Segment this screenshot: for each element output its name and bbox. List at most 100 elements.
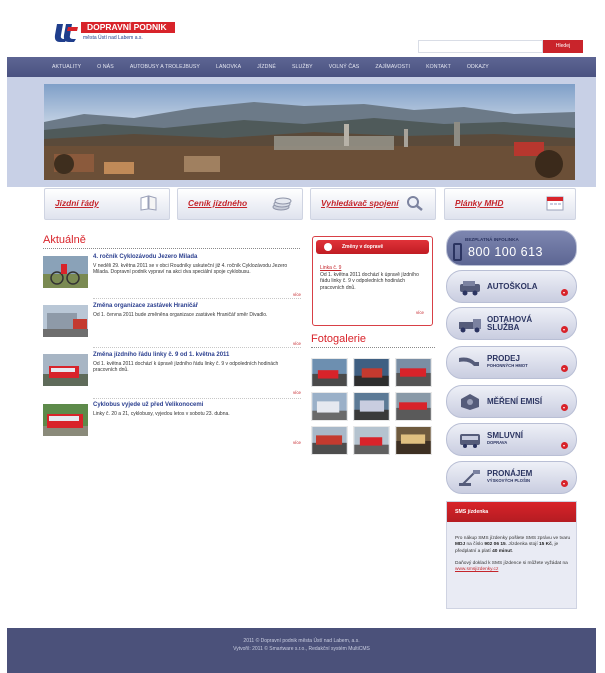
service-pronajem-plosin[interactable]: PRONÁJEM VÝSKOVÝCH PLOŠIN xyxy=(446,461,577,494)
news-divider xyxy=(93,347,301,348)
quicklink-jizdni-rady[interactable]: Jízdní řády xyxy=(44,188,170,220)
logo-icon[interactable] xyxy=(54,22,79,43)
gallery-thumbnail[interactable] xyxy=(395,392,432,421)
service-sublabel: DOPRAVA xyxy=(487,440,508,446)
news-more-link[interactable]: více xyxy=(293,440,301,445)
gallery-divider xyxy=(311,347,435,348)
tow-truck-icon xyxy=(459,319,481,333)
nav-item-o-nas[interactable]: O NÁS xyxy=(97,64,114,70)
nav-item-kontakt[interactable]: KONTAKT xyxy=(426,64,451,70)
hero-image xyxy=(44,84,575,180)
sms-price: 15 Kč xyxy=(539,542,552,548)
gallery-thumbnail[interactable] xyxy=(353,392,390,421)
alert-icon xyxy=(324,243,332,251)
search-input[interactable] xyxy=(418,40,543,53)
service-sublabel: VÝSKOVÝCH PLOŠIN xyxy=(487,478,531,484)
chevron-down-icon xyxy=(561,442,568,449)
calendar-icon xyxy=(546,196,564,211)
service-smluvni-doprava[interactable]: SMLUVNÍ DOPRAVA xyxy=(446,423,577,456)
nav-item-lanovka[interactable]: LANOVKA xyxy=(216,64,241,70)
infoline-number[interactable]: 800 100 613 xyxy=(468,245,543,259)
service-label-line1: PRODEJ xyxy=(487,354,520,363)
sms-ticket-box: SMS jízdenka Pro nákup SMS jízdenky pošl… xyxy=(446,501,577,609)
sms-text-part: . xyxy=(511,548,514,554)
changes-title: Změny v dopravě xyxy=(342,244,384,250)
quicklink-label: Vyhledávač spojení xyxy=(321,198,399,208)
news-heading[interactable]: Změna organizace zastávek Hraničář xyxy=(93,303,198,309)
service-odtahova-sluzba[interactable]: ODTAHOVÁ SLUŽBA xyxy=(446,307,577,340)
service-label-line1: SMLUVNÍ xyxy=(487,431,523,440)
news-text: Linky č. 20 a 21, cyklobusy, vyjedou let… xyxy=(93,411,230,417)
service-prodej-phm[interactable]: PRODEJ POHONNÝCH HMOT xyxy=(446,346,577,379)
news-thumbnail[interactable] xyxy=(43,404,88,436)
page: DOPRAVNÍ PODNIK města Ústí nad Labem a.s… xyxy=(0,0,605,673)
news-divider xyxy=(93,298,301,299)
infoline-label: BEZPLATNÁ INFOLINKA xyxy=(465,237,519,242)
news-text: Od 1. června 2011 bude změněna organizac… xyxy=(93,312,268,318)
news-heading[interactable]: Změna jízdního řádu linky č. 9 od 1. kvě… xyxy=(93,352,229,358)
service-label: MĚŘENÍ EMISÍ xyxy=(487,397,543,406)
gallery-thumbnail[interactable] xyxy=(311,392,348,421)
sms-title: SMS jízdenka xyxy=(447,502,576,522)
sms-text-part: Pro nákup SMS jízdenky pošlete SMS zpráv… xyxy=(455,536,571,541)
news-more-link[interactable]: více xyxy=(293,292,301,297)
news-more-link[interactable]: více xyxy=(293,390,301,395)
quicklink-cenik[interactable]: Ceník jízdného xyxy=(177,188,303,220)
gallery-thumbnail[interactable] xyxy=(353,358,390,387)
logo-title[interactable]: DOPRAVNÍ PODNIK xyxy=(81,22,175,33)
sms-link[interactable]: www.smsjizdenky.cz xyxy=(455,567,498,572)
news-item: Změna jízdního řádu linky č. 9 od 1. kvě… xyxy=(43,352,301,400)
gallery-thumbnail[interactable] xyxy=(311,358,348,387)
changes-header: Změny v dopravě xyxy=(316,240,429,254)
news-heading[interactable]: 4. ročník Cyklozávodu Jezero Milada xyxy=(93,254,197,260)
news-thumbnail[interactable] xyxy=(43,256,88,288)
coins-icon xyxy=(272,197,292,211)
changes-text: Od 1. května 2011 dochází k úpravě jízdn… xyxy=(320,272,419,291)
gallery-thumbnail[interactable] xyxy=(353,426,390,455)
search-button[interactable]: Hledej xyxy=(543,40,583,53)
logo-subtitle: města Ústí nad Labem a.s. xyxy=(83,35,143,41)
book-icon xyxy=(140,195,157,211)
changes-more-link[interactable]: více xyxy=(416,310,424,315)
gallery-thumbnail[interactable] xyxy=(311,426,348,455)
news-divider xyxy=(93,398,301,399)
news-item: 4. ročník Cyklozávodu Jezero Milada V ne… xyxy=(43,254,301,300)
chevron-down-icon xyxy=(561,289,568,296)
service-autoskola[interactable]: AUTOŠKOLA xyxy=(446,270,577,303)
sms-code: MDJ xyxy=(455,542,466,548)
quicklink-label: Jízdní řády xyxy=(55,198,99,208)
nav-item-zajimavosti[interactable]: ZAJÍMAVOSTI xyxy=(375,64,410,70)
nav-item-jizdne[interactable]: JÍZDNÉ xyxy=(257,64,276,70)
news-item: Cyklobus vyjede už před Velikonocemi Lin… xyxy=(43,402,301,448)
news-divider xyxy=(43,248,300,249)
news-thumbnail[interactable] xyxy=(43,305,88,337)
service-mereni-emisi[interactable]: MĚŘENÍ EMISÍ xyxy=(446,385,577,418)
service-label: AUTOŠKOLA xyxy=(487,282,538,291)
news-thumbnail[interactable] xyxy=(43,354,88,386)
nav-item-odkazy[interactable]: ODKAZY xyxy=(467,64,489,70)
service-label: PRODEJ POHONNÝCH HMOT xyxy=(487,354,528,369)
news-text: Od 1. května 2011 dochází k úpravě jízdn… xyxy=(93,361,279,374)
chevron-down-icon xyxy=(561,365,568,372)
chevron-down-icon xyxy=(561,480,568,487)
nav-item-aktuality[interactable]: AKTUALITY xyxy=(52,64,81,70)
nav-item-volny-cas[interactable]: VOLNÝ ČAS xyxy=(329,64,360,70)
footer-credits[interactable]: Vytvořil: 2011 © Smartware s.r.o., Redak… xyxy=(7,646,596,652)
gallery-thumbnail[interactable] xyxy=(395,426,432,455)
quicklink-vyhledavac[interactable]: Vyhledávač spojení xyxy=(310,188,436,220)
nav-item-sluzby[interactable]: SLUŽBY xyxy=(292,64,313,70)
news-more-link[interactable]: více xyxy=(293,341,301,346)
nav-item-autobusy[interactable]: AUTOBUSY A TROLEJBUSY xyxy=(130,64,200,70)
gallery-thumbnail[interactable] xyxy=(395,358,432,387)
sms-tax-text: Daňový doklad k SMS jízdence si můžete v… xyxy=(455,561,568,567)
quicklink-planky[interactable]: Plánky MHD xyxy=(444,188,576,220)
chevron-down-icon xyxy=(561,326,568,333)
changes-box: Změny v dopravě Linka č. 9 Od 1. května … xyxy=(312,236,433,326)
changes-link[interactable]: Linka č. 9 xyxy=(320,265,341,271)
footer-copyright: 2011 © Dopravní podnik města Ústí nad La… xyxy=(243,638,360,644)
sms-text-part: . Jízdenka stojí xyxy=(505,542,540,548)
news-text: V neděli 29. května 2011 se v obci Roudn… xyxy=(93,263,288,276)
news-heading[interactable]: Cyklobus vyjede už před Velikonocemi xyxy=(93,402,203,408)
chevron-down-icon xyxy=(561,404,568,411)
sms-text-part: na číslo xyxy=(465,542,485,548)
